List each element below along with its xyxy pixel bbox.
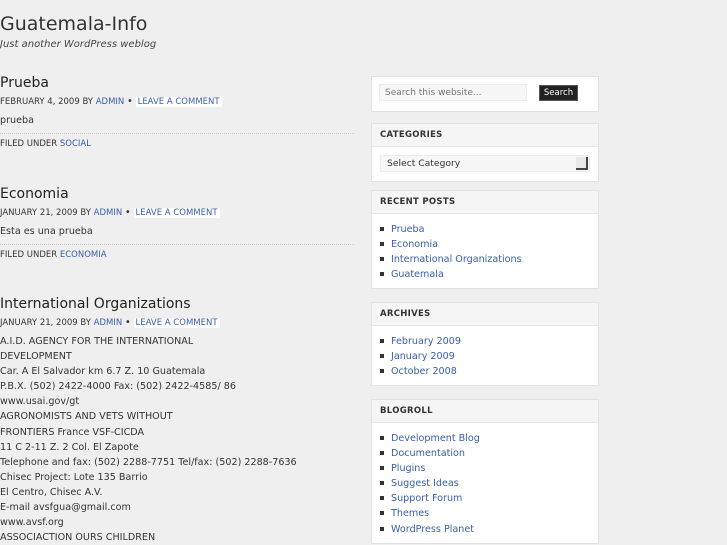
post-date: January 21, 2009 xyxy=(0,318,78,328)
list-item: Documentation xyxy=(380,446,598,461)
post-body-line: Esta es una prueba xyxy=(0,226,93,237)
separator-dot: • xyxy=(124,317,131,328)
post-meta: January 21, 2009 by admin • Leave a Comm… xyxy=(0,316,355,329)
post-meta: January 21, 2009 by admin • Leave a Comm… xyxy=(0,206,355,219)
recent-link[interactable]: Guatemala xyxy=(391,269,444,280)
list-item: Plugins xyxy=(380,461,598,476)
post-date: February 4, 2009 xyxy=(0,97,80,107)
post-body-line: Telephone and fax: (502) 2288-7751 Tel/f… xyxy=(0,456,297,468)
archives-list: February 2009 January 2009 October 2008 xyxy=(372,326,598,385)
post-body-line: www.avsf.org xyxy=(0,517,64,529)
archives-widget: ARCHIVES February 2009 January 2009 October… xyxy=(371,302,599,387)
post-filed-under: Filed Under Economia xyxy=(0,250,355,260)
post-body: prueba xyxy=(0,113,355,128)
post-body-line: AGRONOMISTS AND VETS WITHOUT xyxy=(0,411,173,423)
list-item: Suggest Ideas xyxy=(380,476,598,491)
category-select[interactable]: Select Category xyxy=(380,155,590,172)
search-button[interactable]: Search xyxy=(539,85,578,101)
list-item: Development Blog xyxy=(380,431,598,446)
post-title[interactable]: Economia xyxy=(0,184,355,204)
post-body-line: Car. A El Salvador km 6.7 Z. 10 Guatemal… xyxy=(0,366,206,378)
archives-link[interactable]: October 2008 xyxy=(391,366,457,377)
blogroll-link[interactable]: Support Forum xyxy=(391,493,462,504)
post-body: A.I.D. AGENCY FOR THE INTERNATIONAL DEVEL… xyxy=(0,334,355,545)
blogroll-link[interactable]: WordPress Planet xyxy=(391,524,474,535)
post-body-line: 11 C 2-11 Z. 2 Col. El Zapote xyxy=(0,441,139,453)
category-link[interactable]: Social xyxy=(60,139,91,149)
list-item: October 2008 xyxy=(380,364,598,379)
dropdown-arrow-icon xyxy=(576,157,588,170)
separator-dot: • xyxy=(126,96,133,107)
category-link[interactable]: Economia xyxy=(60,250,107,260)
post-filed-under: Filed Under Social xyxy=(0,139,355,149)
leave-comment-link[interactable]: Leave a Comment xyxy=(135,97,222,107)
blogroll-link[interactable]: Themes xyxy=(391,508,429,519)
post-body-line: ASSOCIACTION OURS CHILDREN xyxy=(0,532,156,544)
post-by: by xyxy=(80,318,91,328)
author-link[interactable]: admin xyxy=(96,97,125,107)
post-body-line: El Centro, Chisec A.V. xyxy=(0,486,103,498)
recent-posts-widget: RECENT POSTS Prueba Economia International … xyxy=(371,190,599,290)
blogroll-widget: BLOGROLL Development Blog Documentation Plu… xyxy=(371,399,599,544)
post-title[interactable]: Prueba xyxy=(0,73,355,93)
blogroll-link[interactable]: Development Blog xyxy=(391,433,480,444)
author-link[interactable]: admin xyxy=(94,318,123,328)
categories-heading: CATEGORIES xyxy=(372,124,598,147)
list-item: January 2009 xyxy=(380,349,598,364)
recent-list: Prueba Economia International Organization… xyxy=(372,214,598,288)
blogroll-link[interactable]: Documentation xyxy=(391,448,465,459)
post-body-line: E-mail avsfgua@gmail.com xyxy=(0,502,131,514)
blogroll-list: Development Blog Documentation Plugins Sugg… xyxy=(372,423,598,543)
recent-link[interactable]: International Organizations xyxy=(391,254,522,265)
post: Prueba February 4, 2009 by admin • Leave… xyxy=(0,73,355,149)
list-item: Guatemala xyxy=(380,267,598,282)
recent-link[interactable]: Economia xyxy=(391,239,438,250)
search-widget: Search xyxy=(371,76,599,112)
category-select-value: Select Category xyxy=(387,158,461,169)
post-body-line: www.usai.gov/gt xyxy=(0,396,80,408)
post-body-line: A.I.D. AGENCY FOR THE INTERNATIONAL xyxy=(0,336,194,347)
post: Economia January 21, 2009 by admin • Lea… xyxy=(0,184,355,260)
post-body: Esta es una prueba xyxy=(0,224,355,239)
author-link[interactable]: admin xyxy=(94,208,123,218)
blogroll-heading: BLOGROLL xyxy=(372,400,598,423)
list-item: February 2009 xyxy=(380,334,598,349)
archives-heading: ARCHIVES xyxy=(372,303,598,326)
list-item: WordPress Planet xyxy=(380,522,598,537)
list-item: Themes xyxy=(380,506,598,521)
recent-heading: RECENT POSTS xyxy=(372,191,598,214)
post-title[interactable]: International Organizations xyxy=(0,294,355,314)
post-meta: February 4, 2009 by admin • Leave a Comm… xyxy=(0,95,355,108)
post-by: by xyxy=(80,208,91,218)
post-body-line: Chisec Project: Lote 135 Barrio xyxy=(0,471,148,483)
post-divider xyxy=(0,244,355,246)
site-title[interactable]: Guatemala-Info xyxy=(0,13,147,35)
blogroll-link[interactable]: Suggest Ideas xyxy=(391,478,459,489)
list-item: Economia xyxy=(380,237,598,252)
post-by: by xyxy=(82,97,93,107)
categories-widget: CATEGORIES Select Category xyxy=(371,123,599,182)
post-body-line: FRONTIERS France VSF-CICDA xyxy=(0,426,145,438)
recent-link[interactable]: Prueba xyxy=(391,224,425,235)
filed-under-label: Filed Under xyxy=(0,250,58,261)
post-body-line: DEVELOPMENT xyxy=(0,351,72,363)
post: International Organizations January 21, … xyxy=(0,294,355,545)
blogroll-link[interactable]: Plugins xyxy=(391,463,425,474)
post-date: January 21, 2009 xyxy=(0,208,78,218)
list-item: International Organizations xyxy=(380,252,598,267)
separator-dot: • xyxy=(124,207,131,218)
leave-comment-link[interactable]: Leave a Comment xyxy=(133,318,220,328)
leave-comment-link[interactable]: Leave a Comment xyxy=(133,208,220,218)
filed-under-label: Filed Under xyxy=(0,139,58,150)
list-item: Prueba xyxy=(380,222,598,237)
post-divider xyxy=(0,133,355,135)
archives-link[interactable]: January 2009 xyxy=(391,351,455,362)
site-tagline: Just another WordPress weblog xyxy=(0,39,157,50)
list-item: Support Forum xyxy=(380,491,598,506)
search-input[interactable] xyxy=(379,84,527,101)
archives-link[interactable]: February 2009 xyxy=(391,336,461,347)
post-body-line: P.B.X. (502) 2422-4000 Fax: (502) 2422-4… xyxy=(0,381,236,393)
post-body-line: prueba xyxy=(0,115,34,126)
